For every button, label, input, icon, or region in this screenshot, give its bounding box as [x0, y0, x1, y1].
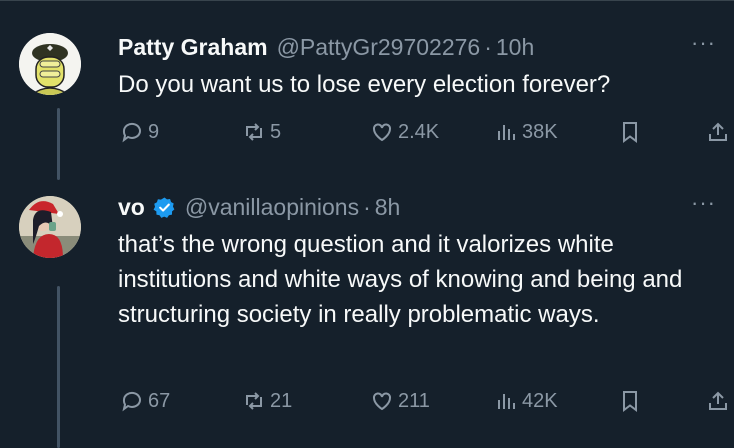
like-icon: [373, 392, 391, 411]
share-icon[interactable]: [706, 389, 730, 413]
more-icon[interactable]: ···: [691, 190, 716, 216]
like-count: 211: [398, 389, 430, 412]
timestamp[interactable]: 8h: [375, 194, 401, 221]
views-icon: [498, 394, 515, 409]
reply-button[interactable]: 67: [120, 389, 170, 413]
views-count: 42K: [522, 389, 558, 412]
retweet-button[interactable]: 21: [242, 389, 292, 413]
user-handle[interactable]: @vanillaopinions: [185, 194, 359, 221]
tweet-2[interactable]: vo @vanillaopinions · 8h ··· that’s the …: [0, 0, 734, 448]
reply-icon: [122, 391, 141, 412]
tweet-actions: 67 21 211 42K: [118, 389, 728, 417]
verified-badge-icon[interactable]: [153, 196, 176, 219]
views-button[interactable]: 42K: [494, 389, 558, 413]
thread-line: [57, 286, 60, 448]
retweet-count: 21: [270, 389, 293, 412]
avatar-vo[interactable]: [19, 196, 81, 258]
display-name[interactable]: vo: [118, 194, 145, 221]
retweet-icon: [246, 392, 262, 410]
reply-count: 67: [148, 389, 171, 412]
like-button[interactable]: 211: [370, 389, 430, 413]
tweet-text: that’s the wrong question and it valoriz…: [118, 231, 683, 328]
separator-dot: ·: [363, 193, 371, 220]
bookmark-icon[interactable]: [618, 389, 642, 413]
tweet-header: vo @vanillaopinions · 8h: [118, 191, 400, 223]
